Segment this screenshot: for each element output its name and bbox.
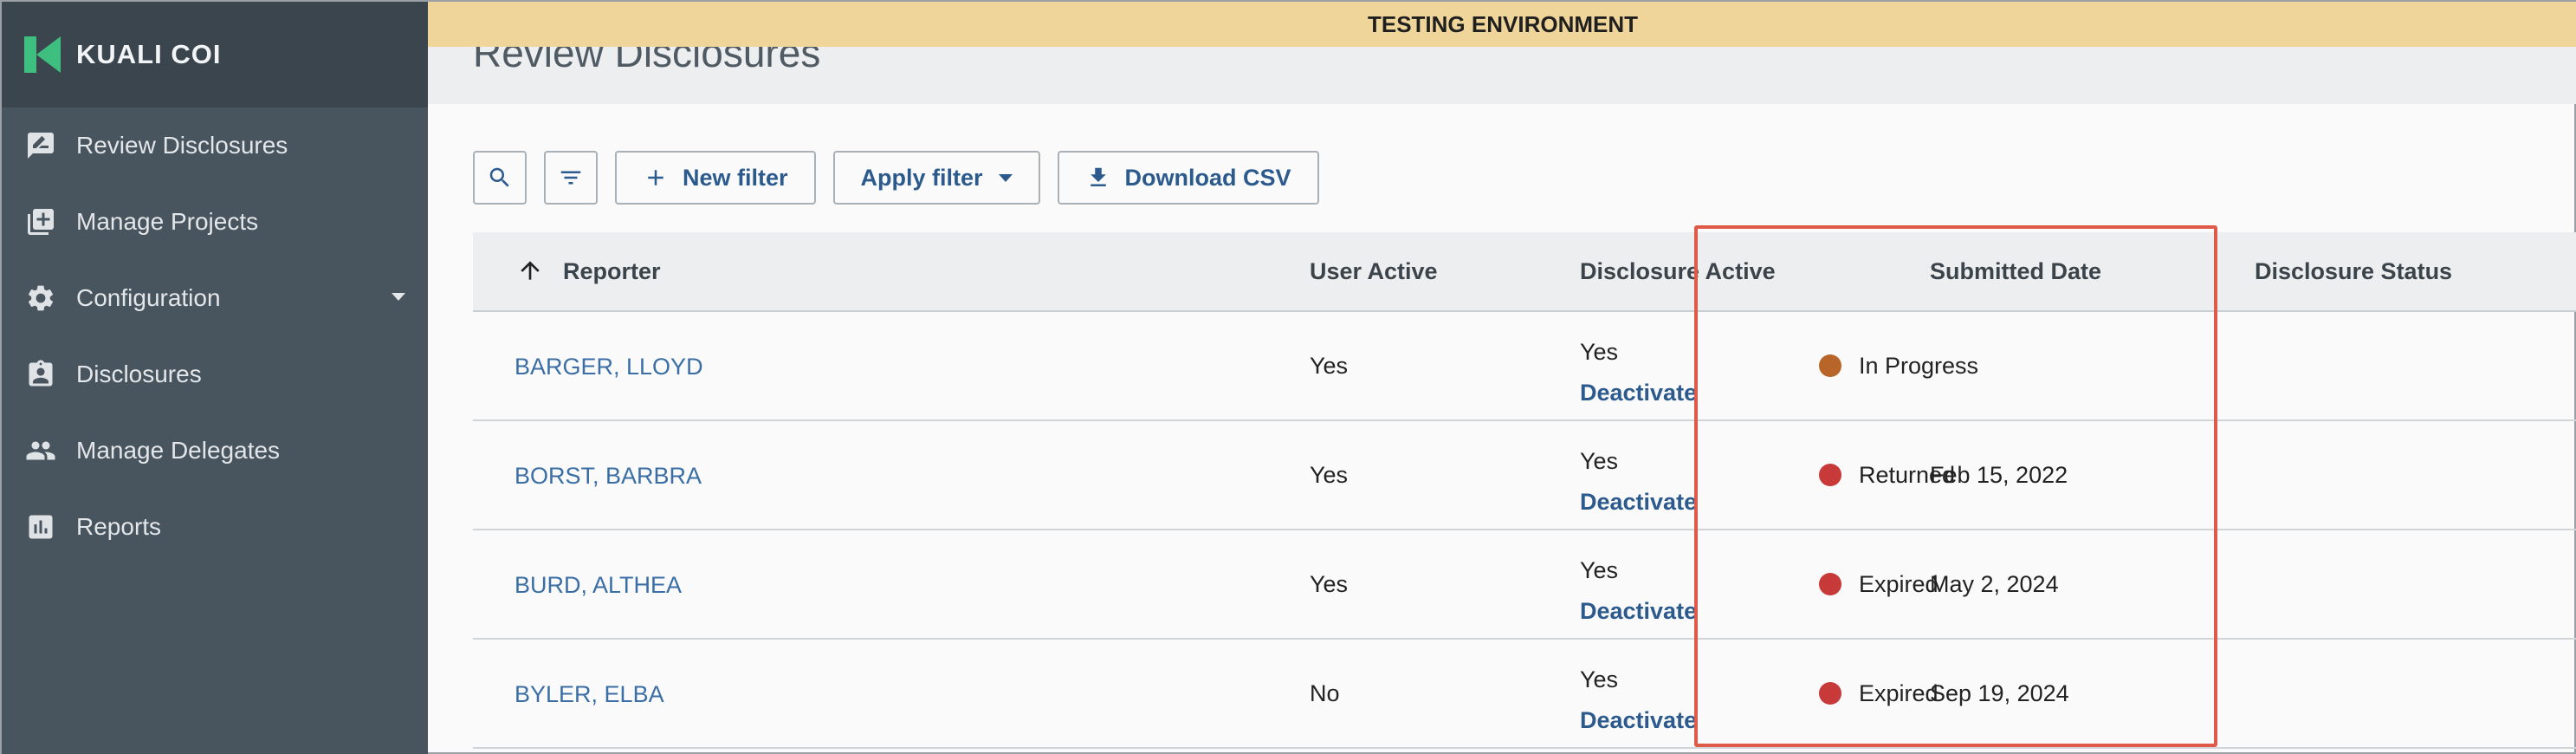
user-active-value: Yes	[1310, 462, 1349, 488]
sidebar: KUALI COI Review Disclosures Manage Proj…	[2, 2, 428, 754]
disclosure-active-value: Yes	[1580, 557, 1619, 583]
disclosure-active-value: Yes	[1580, 339, 1619, 365]
table-row: BARGER, LLOYD Yes Yes Deactivate In Prog…	[473, 312, 2576, 421]
toolbar: New filter Apply filter Download CSV	[473, 151, 1319, 205]
new-filter-label: New filter	[683, 164, 788, 191]
disclosure-active-value: Yes	[1580, 448, 1619, 474]
library-add-icon	[24, 205, 57, 238]
sidebar-item-label: Manage Delegates	[76, 437, 281, 464]
main-content: Review Disclosures TESTING ENVIRONMENT N…	[428, 2, 2576, 754]
deactivate-link[interactable]: Deactivate	[1580, 489, 1697, 516]
page-header: Review Disclosures TESTING ENVIRONMENT	[428, 2, 2576, 104]
apply-filter-label: Apply filter	[860, 164, 983, 191]
submitted-date-value: May 2, 2024	[1930, 571, 2059, 597]
filter-button[interactable]	[544, 151, 598, 205]
sidebar-item-configuration[interactable]: Configuration	[2, 260, 428, 336]
bar-chart-icon	[24, 510, 57, 543]
people-icon	[24, 434, 57, 467]
submitted-date-value: Sep 19, 2024	[1930, 680, 2069, 706]
user-active-value: Yes	[1310, 571, 1349, 597]
column-header-user-active[interactable]: User Active	[1310, 258, 1438, 285]
table-row: BYLER, ELBA No Yes Deactivate Sep 19, 20…	[473, 640, 2576, 749]
status-value: Expired	[1859, 680, 1938, 706]
sidebar-item-disclosures[interactable]: Disclosures	[2, 336, 428, 413]
brand-name: KUALI COI	[76, 39, 222, 69]
sidebar-item-review-disclosures[interactable]: Review Disclosures	[2, 107, 428, 184]
column-header-submitted-date[interactable]: Submitted Date	[1930, 258, 2101, 285]
search-icon	[489, 167, 509, 187]
deactivate-link[interactable]: Deactivate	[1580, 380, 1697, 406]
user-active-value: No	[1310, 680, 1340, 706]
chevron-down-icon[interactable]	[392, 293, 405, 301]
reporter-link[interactable]: BURD, ALTHEA	[515, 572, 682, 599]
sort-ascending-icon[interactable]	[516, 257, 544, 284]
sidebar-item-label: Configuration	[76, 284, 221, 311]
plus-icon	[648, 170, 663, 185]
rate-review-icon	[24, 129, 57, 162]
status-dot-icon	[1819, 354, 1841, 377]
sidebar-item-reports[interactable]: Reports	[2, 489, 428, 565]
new-filter-button[interactable]: New filter	[615, 151, 816, 205]
assignment-ind-icon	[24, 358, 57, 391]
column-header-disclosure-active[interactable]: Disclosure Active	[1580, 258, 1776, 285]
search-button[interactable]	[473, 151, 527, 205]
sidebar-item-manage-projects[interactable]: Manage Projects	[2, 184, 428, 260]
sidebar-item-label: Review Disclosures	[76, 132, 288, 159]
status-dot-icon	[1819, 682, 1841, 705]
status-value: In Progress	[1859, 353, 1979, 379]
gear-icon	[24, 282, 57, 315]
deactivate-link[interactable]: Deactivate	[1580, 598, 1697, 625]
chevron-down-icon	[998, 173, 1013, 182]
kuali-logo-icon	[24, 36, 61, 73]
status-value: Returned	[1859, 462, 1956, 488]
download-icon	[1090, 167, 1106, 186]
sidebar-item-label: Disclosures	[76, 361, 202, 387]
sidebar-item-label: Reports	[76, 513, 162, 540]
reporter-link[interactable]: BARGER, LLOYD	[515, 354, 703, 380]
download-csv-button[interactable]: Download CSV	[1057, 151, 1319, 205]
disclosures-table: Reporter User Active Disclosure Active S…	[473, 232, 2576, 749]
sidebar-item-label: Manage Projects	[76, 208, 259, 235]
testing-environment-banner: TESTING ENVIRONMENT	[428, 2, 2576, 47]
table-header: Reporter User Active Disclosure Active S…	[473, 232, 2576, 312]
brand[interactable]: KUALI COI	[2, 2, 428, 107]
table-row: BURD, ALTHEA Yes Yes Deactivate May 2, 2…	[473, 530, 2576, 640]
reporter-link[interactable]: BORST, BARBRA	[515, 463, 702, 490]
status-value: Expired	[1859, 571, 1938, 597]
status-dot-icon	[1819, 464, 1841, 486]
disclosure-active-value: Yes	[1580, 666, 1619, 692]
table-row: BORST, BARBRA Yes Yes Deactivate Feb 15,…	[473, 421, 2576, 530]
column-header-reporter[interactable]: Reporter	[563, 258, 661, 285]
filter-list-icon	[560, 171, 581, 185]
status-dot-icon	[1819, 573, 1841, 595]
column-header-disclosure-status[interactable]: Disclosure Status	[2255, 258, 2452, 285]
sidebar-item-manage-delegates[interactable]: Manage Delegates	[2, 413, 428, 489]
apply-filter-dropdown[interactable]: Apply filter	[832, 151, 1040, 205]
download-csv-label: Download CSV	[1124, 164, 1291, 191]
deactivate-link[interactable]: Deactivate	[1580, 707, 1697, 734]
user-active-value: Yes	[1310, 353, 1349, 379]
reporter-link[interactable]: BYLER, ELBA	[515, 681, 664, 708]
